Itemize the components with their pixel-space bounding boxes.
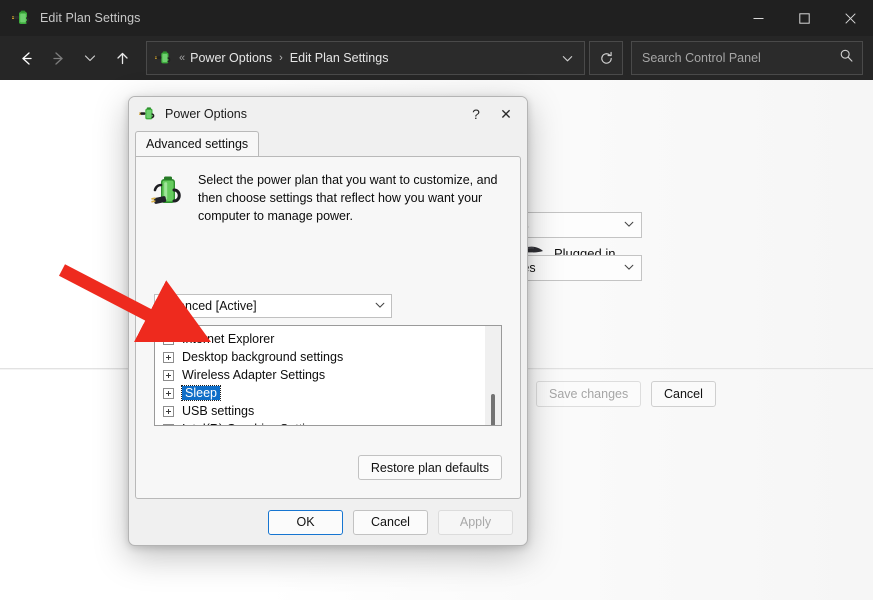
breadcrumb-separator: › xyxy=(279,52,283,64)
search-icon[interactable] xyxy=(839,48,854,68)
chevron-down-icon[interactable] xyxy=(623,218,635,233)
background-cancel-label: Cancel xyxy=(664,387,703,401)
address-bar[interactable]: « Power Options › Edit Plan Settings xyxy=(146,41,585,75)
apply-label: Apply xyxy=(459,515,492,529)
tree-item[interactable]: Desktop background settings xyxy=(155,348,501,366)
restore-plan-defaults-label: Restore plan defaults xyxy=(370,460,489,475)
expand-plus-icon[interactable] xyxy=(163,369,174,381)
close-icon: ✕ xyxy=(500,105,512,122)
tree-item-label: USB settings xyxy=(182,403,255,418)
settings-tree[interactable]: Internet Explorer Desktop background sett… xyxy=(154,325,502,426)
dialog-title-bar: Power Options ? ✕ xyxy=(129,97,527,131)
power-options-icon xyxy=(155,49,173,67)
tab-advanced-settings-label: Advanced settings xyxy=(146,137,249,151)
dialog-close-button[interactable]: ✕ xyxy=(491,101,521,127)
chevron-down-icon[interactable] xyxy=(552,43,582,73)
dialog-cancel-button[interactable]: Cancel xyxy=(353,509,428,535)
expand-plus-icon[interactable] xyxy=(163,351,174,363)
tree-item-label: Desktop background settings xyxy=(182,349,344,364)
power-plan-combo-value: Balanced [Active] xyxy=(160,299,257,313)
tree-item[interactable]: USB settings xyxy=(155,402,501,420)
tree-item[interactable]: Wireless Adapter Settings xyxy=(155,366,501,384)
save-changes-button[interactable]: Save changes xyxy=(536,381,642,407)
chevron-down-icon[interactable] xyxy=(374,299,386,314)
maximize-button[interactable] xyxy=(781,0,827,36)
tree-item-label: Wireless Adapter Settings xyxy=(182,367,326,382)
tree-item[interactable]: Internet Explorer xyxy=(155,330,501,348)
breadcrumb-overflow[interactable]: « xyxy=(179,52,185,64)
settings-tree-items: Internet Explorer Desktop background sett… xyxy=(155,326,501,425)
up-button[interactable] xyxy=(106,42,138,74)
power-plan-combo[interactable]: Balanced [Active] xyxy=(154,294,392,318)
search-input[interactable] xyxy=(640,50,839,66)
back-button[interactable] xyxy=(10,42,42,74)
battery-plug-icon xyxy=(148,171,188,211)
expand-plus-icon[interactable] xyxy=(163,387,174,399)
dialog-cancel-label: Cancel xyxy=(371,515,410,529)
refresh-button[interactable] xyxy=(589,41,623,75)
breadcrumb-item-power-options[interactable]: Power Options xyxy=(190,51,272,65)
ok-button[interactable]: OK xyxy=(268,509,343,535)
close-button[interactable] xyxy=(827,0,873,36)
dialog-intro-text: Select the power plan that you want to c… xyxy=(198,173,498,224)
expand-plus-icon[interactable] xyxy=(163,405,174,417)
save-changes-label: Save changes xyxy=(549,387,629,401)
power-options-icon xyxy=(139,105,157,123)
tree-item[interactable]: Sleep xyxy=(155,384,501,402)
expand-plus-icon[interactable] xyxy=(163,423,174,425)
advanced-settings-panel: Select the power plan that you want to c… xyxy=(135,156,521,499)
chevron-down-icon[interactable] xyxy=(623,261,635,276)
window-title: Edit Plan Settings xyxy=(40,11,141,25)
tree-item-label: Intel(R) Graphics Settings xyxy=(182,423,325,425)
minimize-button[interactable] xyxy=(735,0,781,36)
breadcrumb-item-edit-plan-settings[interactable]: Edit Plan Settings xyxy=(290,51,389,65)
power-options-dialog: Power Options ? ✕ Advanced settings Sele… xyxy=(128,96,528,546)
dialog-intro: Select the power plan that you want to c… xyxy=(136,157,520,225)
window-controls xyxy=(735,0,873,36)
tree-scrollbar-thumb[interactable] xyxy=(491,394,495,425)
power-options-icon xyxy=(12,8,32,28)
recent-locations-button[interactable] xyxy=(74,42,106,74)
search-box[interactable] xyxy=(631,41,863,75)
navigation-bar: « Power Options › Edit Plan Settings xyxy=(0,36,873,80)
dialog-title: Power Options xyxy=(165,107,247,121)
dialog-help-button[interactable]: ? xyxy=(461,101,491,127)
tree-item-label: Internet Explorer xyxy=(182,331,275,346)
dialog-footer: OK Cancel Apply xyxy=(129,499,527,545)
forward-button[interactable] xyxy=(42,42,74,74)
tree-scrollbar[interactable] xyxy=(485,326,501,425)
restore-plan-defaults-button[interactable]: Restore plan defaults xyxy=(357,455,502,480)
tree-item[interactable]: Intel(R) Graphics Settings xyxy=(155,420,501,425)
dialog-tab-strip: Advanced settings xyxy=(129,131,527,156)
expand-plus-icon[interactable] xyxy=(163,333,174,345)
tab-advanced-settings[interactable]: Advanced settings xyxy=(135,131,260,156)
title-bar: Edit Plan Settings xyxy=(0,0,873,36)
ok-label: OK xyxy=(296,515,315,529)
apply-button[interactable]: Apply xyxy=(438,509,513,535)
tree-item-label: Sleep xyxy=(181,384,221,402)
help-icon: ? xyxy=(472,106,480,122)
background-cancel-button[interactable]: Cancel xyxy=(651,381,716,407)
